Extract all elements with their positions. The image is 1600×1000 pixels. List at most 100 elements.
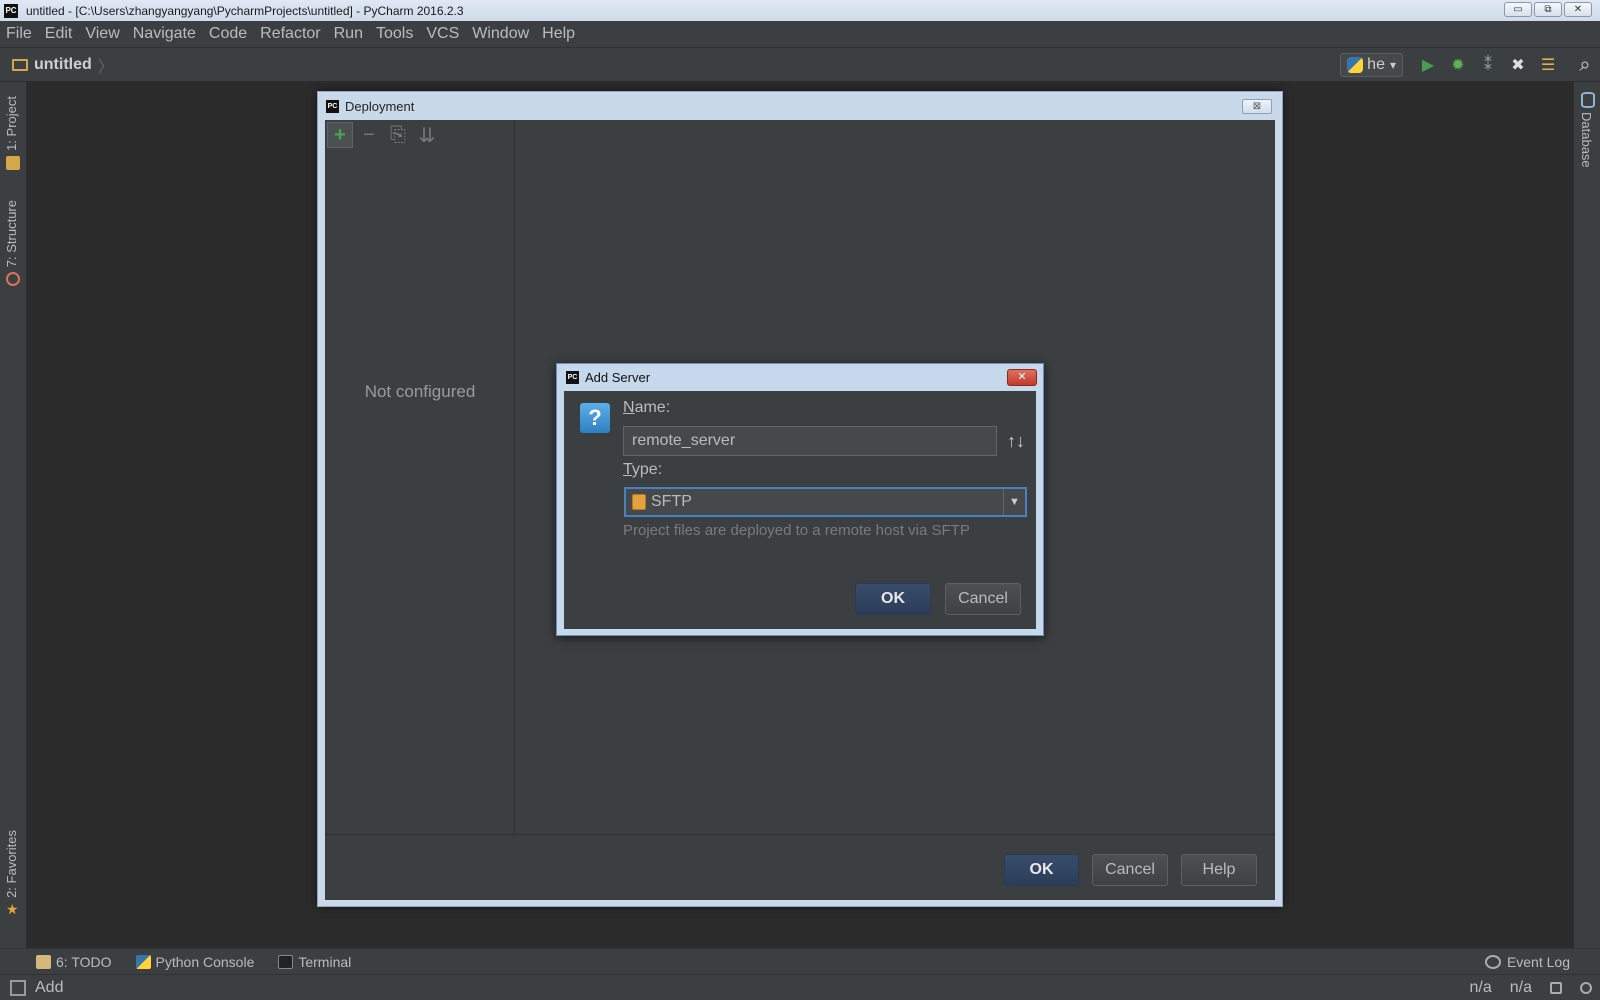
terminal-icon bbox=[278, 954, 294, 969]
window-controls: ▭ ⧉ ✕ bbox=[1504, 2, 1592, 17]
breadcrumb[interactable]: untitled 〉 bbox=[12, 53, 114, 77]
close-window-button[interactable]: ✕ bbox=[1564, 2, 1592, 17]
dropdown-arrow-icon[interactable]: ▼ bbox=[1003, 489, 1025, 515]
type-label-mnemonic: T bbox=[623, 461, 632, 478]
tab-favorites[interactable]: 2: Favorites bbox=[4, 830, 19, 898]
menu-file[interactable]: File bbox=[6, 25, 32, 43]
tab-terminal-label: Terminal bbox=[298, 953, 352, 970]
inspector-icon[interactable] bbox=[1580, 981, 1592, 994]
deployment-title-bar: PC Deployment bbox=[318, 92, 1282, 120]
name-label-text: ame: bbox=[634, 399, 671, 416]
status-encoding[interactable]: n/a bbox=[1510, 979, 1532, 997]
menu-bar: File Edit View Navigate Code Refactor Ru… bbox=[0, 21, 1600, 47]
tasks-icon[interactable]: ☰ bbox=[1538, 55, 1558, 75]
menu-tools[interactable]: Tools bbox=[376, 25, 413, 43]
menu-edit[interactable]: Edit bbox=[45, 25, 73, 43]
tool-windows-toggle-icon[interactable] bbox=[10, 979, 26, 996]
main-toolbar: he ▾ ▶ ✹ ⁑ ✖ ☰ ⌕ bbox=[1340, 52, 1600, 78]
restore-button[interactable]: ⧉ bbox=[1534, 2, 1562, 17]
tab-todo[interactable]: 6: TODO bbox=[36, 954, 112, 970]
event-log-label: Event Log bbox=[1506, 953, 1570, 970]
todo-icon bbox=[36, 954, 51, 969]
menu-refactor[interactable]: Refactor bbox=[260, 25, 320, 43]
tab-database[interactable]: Database bbox=[1579, 112, 1594, 168]
copy-server-icon[interactable]: ⎘ bbox=[385, 122, 411, 148]
right-tool-strip: Database bbox=[1573, 82, 1600, 948]
menu-view[interactable]: View bbox=[85, 25, 119, 43]
deployment-close-button[interactable]: ⊠ bbox=[1242, 99, 1272, 114]
window-title-bar: PC untitled - [C:\Users\zhangyangyang\Py… bbox=[0, 0, 1600, 21]
pycharm-app-icon: PC bbox=[4, 3, 18, 18]
menu-vcs[interactable]: VCS bbox=[426, 25, 459, 43]
move-server-icon[interactable]: ⇊ bbox=[414, 122, 440, 148]
sftp-icon bbox=[632, 494, 646, 510]
tab-structure[interactable]: 7: Structure bbox=[4, 200, 19, 267]
add-server-title-bar: PC Add Server bbox=[557, 364, 1043, 391]
breadcrumb-separator: 〉 bbox=[97, 58, 114, 76]
add-server-cancel-button[interactable]: Cancel bbox=[945, 583, 1021, 615]
status-widgets: n/a n/a bbox=[1470, 979, 1592, 997]
run-configuration-select[interactable]: he ▾ bbox=[1340, 53, 1403, 77]
tab-project[interactable]: 1: Project bbox=[4, 96, 19, 151]
menu-navigate[interactable]: Navigate bbox=[133, 25, 196, 43]
name-label-mnemonic: N bbox=[623, 399, 635, 416]
tab-python-console[interactable]: Python Console bbox=[135, 953, 255, 970]
run-configuration-name: he bbox=[1367, 56, 1385, 73]
server-type-select[interactable]: SFTP ▼ bbox=[624, 487, 1027, 517]
lock-icon[interactable] bbox=[1550, 981, 1562, 994]
add-server-icon[interactable]: + bbox=[327, 122, 353, 148]
deployment-title: Deployment bbox=[345, 98, 415, 114]
menu-window[interactable]: Window bbox=[472, 25, 529, 43]
add-server-ok-button[interactable]: OK bbox=[855, 583, 931, 615]
menu-help[interactable]: Help bbox=[542, 25, 575, 43]
server-list-toolbar: + − ⎘ ⇊ bbox=[325, 120, 514, 150]
deployment-buttons: OK Cancel Help bbox=[1004, 854, 1257, 886]
name-label: Name: bbox=[623, 399, 670, 417]
deployment-ok-button[interactable]: OK bbox=[1004, 854, 1079, 886]
coverage-icon[interactable]: ⁑ bbox=[1478, 55, 1498, 75]
question-icon: ? bbox=[580, 403, 610, 433]
tab-terminal[interactable]: Terminal bbox=[278, 954, 351, 970]
event-log-icon bbox=[1484, 954, 1501, 969]
deployment-cancel-button[interactable]: Cancel bbox=[1092, 854, 1168, 886]
database-icon bbox=[1581, 92, 1595, 108]
folder-icon bbox=[12, 58, 28, 71]
search-icon[interactable]: ⌕ bbox=[1575, 54, 1595, 76]
project-icon bbox=[6, 156, 20, 170]
status-bar: Add n/a n/a bbox=[0, 974, 1600, 1000]
breadcrumb-project[interactable]: untitled bbox=[34, 56, 92, 74]
python-console-icon bbox=[135, 954, 151, 969]
status-message: Add bbox=[35, 978, 64, 996]
event-log-tab[interactable]: Event Log bbox=[1484, 953, 1570, 970]
pycharm-icon: PC bbox=[566, 371, 579, 384]
left-tool-strip: 1: Project 7: Structure 2: Favorites ★ bbox=[0, 82, 27, 948]
type-label-text: ype: bbox=[631, 461, 663, 478]
run-icon[interactable]: ▶ bbox=[1418, 55, 1438, 75]
menu-run[interactable]: Run bbox=[334, 25, 363, 43]
minimize-button[interactable]: ▭ bbox=[1504, 2, 1532, 17]
server-list-panel: + − ⎘ ⇊ Not configured bbox=[325, 120, 515, 834]
tab-todo-label: 6: TODO bbox=[56, 953, 112, 970]
menu-code[interactable]: Code bbox=[209, 25, 247, 43]
tool-window-bar: 6: TODO Python Console Terminal Event Lo… bbox=[0, 948, 1600, 974]
star-icon: ★ bbox=[6, 901, 19, 917]
remove-server-icon[interactable]: − bbox=[356, 122, 382, 148]
status-position[interactable]: n/a bbox=[1470, 979, 1492, 997]
navigation-bar: untitled 〉 he ▾ ▶ ✹ ⁑ ✖ ☰ ⌕ bbox=[0, 47, 1600, 82]
debug-icon[interactable]: ✹ bbox=[1448, 55, 1468, 75]
server-name-input[interactable] bbox=[623, 426, 997, 456]
sort-icon[interactable]: ↑↓ bbox=[1005, 428, 1027, 454]
structure-icon bbox=[6, 272, 20, 286]
server-type-value: SFTP bbox=[651, 493, 692, 510]
window-title: untitled - [C:\Users\zhangyangyang\Pycha… bbox=[26, 3, 464, 18]
tab-python-console-label: Python Console bbox=[155, 953, 255, 970]
chevron-down-icon: ▾ bbox=[1389, 58, 1396, 72]
type-label: Type: bbox=[623, 461, 662, 479]
add-server-buttons: OK Cancel bbox=[855, 583, 1021, 615]
type-description: Project files are deployed to a remote h… bbox=[623, 522, 970, 539]
add-server-body: ? Name: ↑↓ Type: SFTP ▼ Project files ar… bbox=[564, 391, 1036, 629]
add-server-close-button[interactable]: ✕ bbox=[1007, 369, 1037, 386]
stop-icon[interactable]: ✖ bbox=[1508, 55, 1528, 75]
deployment-help-button[interactable]: Help bbox=[1181, 854, 1257, 886]
add-server-dialog: PC Add Server ✕ ? Name: ↑↓ Type: SFTP ▼ … bbox=[556, 363, 1044, 636]
